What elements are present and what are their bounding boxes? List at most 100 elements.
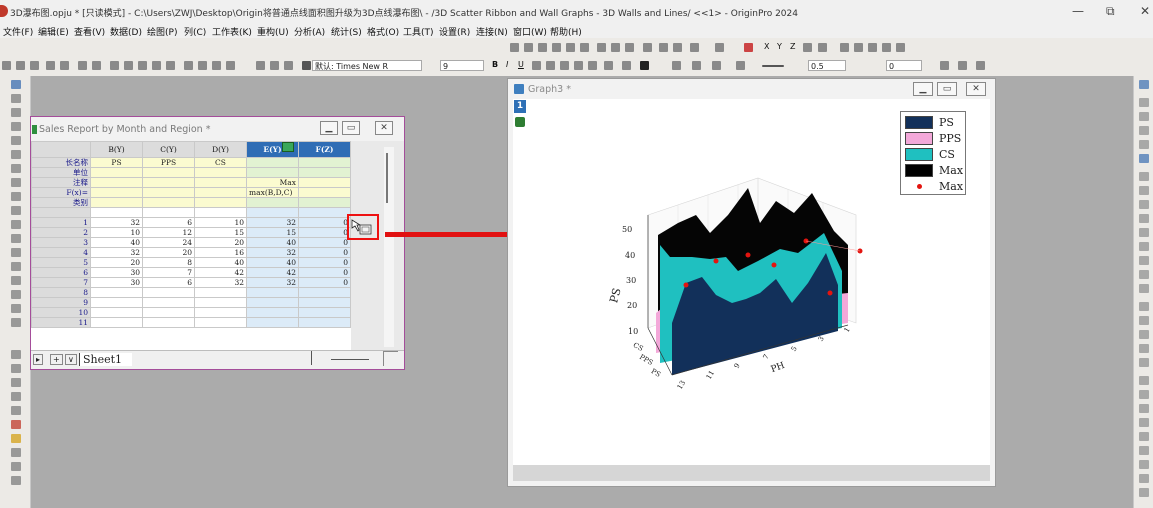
workbook-minimize-button[interactable]: ▁ <box>320 121 338 135</box>
rotate-3d-icon[interactable] <box>1139 98 1149 107</box>
data-cell[interactable] <box>194 287 247 298</box>
column-chart-icon[interactable] <box>566 43 575 52</box>
next-icon[interactable] <box>868 43 877 52</box>
border-icon[interactable] <box>622 61 631 70</box>
graph-restore-button[interactable]: ▭ <box>937 82 957 96</box>
data-cell[interactable]: 30 <box>90 277 143 288</box>
ortho-icon[interactable] <box>1139 200 1149 209</box>
row-number[interactable]: 9 <box>31 297 91 308</box>
meta-cell[interactable] <box>246 167 299 178</box>
prev-icon[interactable] <box>854 43 863 52</box>
data-cell[interactable]: 0 <box>298 247 351 258</box>
meta-cell[interactable] <box>298 177 351 188</box>
menu-plot[interactable]: 绘图(P) <box>147 25 177 38</box>
meta-label[interactable]: 长名称 <box>31 157 91 168</box>
data-cell[interactable] <box>194 307 247 318</box>
close-button[interactable]: ✕ <box>1140 4 1150 18</box>
new-notes-icon[interactable] <box>166 61 175 70</box>
image-icon[interactable] <box>11 434 21 443</box>
data-cell[interactable]: 40 <box>246 257 299 268</box>
data-cell[interactable]: 16 <box>194 247 247 258</box>
menu-view[interactable]: 查看(V) <box>74 25 105 38</box>
data-cell[interactable] <box>298 317 351 328</box>
border-style-icon[interactable] <box>958 61 967 70</box>
font-size-combo[interactable]: 9 <box>440 60 484 71</box>
italic-button[interactable]: I <box>506 60 508 69</box>
new-layout-icon[interactable] <box>152 61 161 70</box>
graph-scrollbar[interactable] <box>513 465 990 481</box>
zoom-in-icon[interactable] <box>659 43 668 52</box>
tilt-icon[interactable] <box>1139 112 1149 121</box>
data-cell[interactable]: 0 <box>298 217 351 228</box>
circle-tool-icon[interactable] <box>11 276 21 285</box>
data-cell[interactable]: 32 <box>90 217 143 228</box>
data-cell[interactable] <box>298 297 351 308</box>
restore-button[interactable]: ⧉ <box>1106 4 1115 19</box>
row-number[interactable]: 6 <box>31 267 91 278</box>
freehand-icon[interactable] <box>11 318 21 327</box>
copy-icon[interactable] <box>270 61 279 70</box>
font-color-icon[interactable] <box>640 61 649 70</box>
zoom-out-icon[interactable] <box>673 43 682 52</box>
data-cell[interactable]: 42 <box>194 267 247 278</box>
pattern-color-icon[interactable] <box>692 61 701 70</box>
data-cell[interactable] <box>90 287 143 298</box>
drop-line-icon[interactable] <box>1139 284 1149 293</box>
data-cell[interactable]: 0 <box>298 227 351 238</box>
data-cell[interactable] <box>194 317 247 328</box>
graph-window[interactable]: Graph3 * ▁ ▭ ✕ PS PPS CS Max Max 50 40 3… <box>507 78 996 487</box>
align-bottom-icon[interactable] <box>1139 418 1149 427</box>
menu-reshape[interactable]: 重构(U) <box>257 25 289 38</box>
data-cell[interactable] <box>142 287 195 298</box>
settings-icon[interactable] <box>226 61 235 70</box>
axis-z-button[interactable]: Z <box>790 42 795 51</box>
first-icon[interactable] <box>840 43 849 52</box>
table-icon[interactable] <box>976 61 985 70</box>
pointer-icon[interactable] <box>11 80 21 89</box>
workbook-close-button[interactable]: ✕ <box>375 121 393 135</box>
back-icon[interactable] <box>1139 488 1149 497</box>
front-icon[interactable] <box>1139 474 1149 483</box>
polygon-tool-icon[interactable] <box>11 290 21 299</box>
data-cell[interactable]: 0 <box>298 277 351 288</box>
row-number[interactable]: 1 <box>31 217 91 228</box>
speed-mode-icon[interactable] <box>11 476 21 485</box>
rectangle-tool-icon[interactable] <box>11 262 21 271</box>
print-icon[interactable] <box>60 61 69 70</box>
perspective-icon[interactable] <box>1139 126 1149 135</box>
menu-connect[interactable]: 连接(N) <box>476 25 508 38</box>
line-color-icon[interactable] <box>712 61 721 70</box>
data-cell[interactable]: 0 <box>298 257 351 268</box>
data-cell[interactable]: 10 <box>194 217 247 228</box>
data-cell[interactable]: 32 <box>194 277 247 288</box>
menu-statistics[interactable]: 统计(S) <box>331 25 362 38</box>
extract-icon[interactable] <box>11 406 21 415</box>
zoom-pan-icon[interactable] <box>11 108 21 117</box>
undo-icon[interactable] <box>78 61 87 70</box>
symbol-icon[interactable] <box>736 61 745 70</box>
text-tool-icon[interactable] <box>11 206 21 215</box>
bar-chart-icon[interactable] <box>552 43 561 52</box>
data-cell[interactable]: 40 <box>90 237 143 248</box>
annotation-icon[interactable] <box>11 150 21 159</box>
end-icon[interactable] <box>896 43 905 52</box>
meta-label[interactable]: 注释 <box>31 177 91 188</box>
arrows-icon[interactable] <box>818 43 827 52</box>
superscript-icon[interactable] <box>532 61 541 70</box>
data-cell[interactable]: 20 <box>194 237 247 248</box>
ungroup-icon[interactable] <box>1139 460 1149 469</box>
data-cell[interactable]: 40 <box>246 237 299 248</box>
paste-icon[interactable] <box>284 61 293 70</box>
line-tool-icon[interactable] <box>11 248 21 257</box>
drag-plot-icon[interactable] <box>349 216 377 238</box>
hscroll-thumb[interactable] <box>331 359 369 360</box>
meta-cell[interactable] <box>90 177 143 188</box>
data-cell[interactable] <box>246 307 299 318</box>
increase-font-icon[interactable] <box>574 61 583 70</box>
align-left-icon[interactable] <box>1139 376 1149 385</box>
row-number[interactable]: 7 <box>31 277 91 288</box>
chart-icon[interactable] <box>538 43 547 52</box>
data-cell[interactable] <box>142 297 195 308</box>
data-cell[interactable] <box>142 317 195 328</box>
meta-cell[interactable] <box>142 167 195 178</box>
